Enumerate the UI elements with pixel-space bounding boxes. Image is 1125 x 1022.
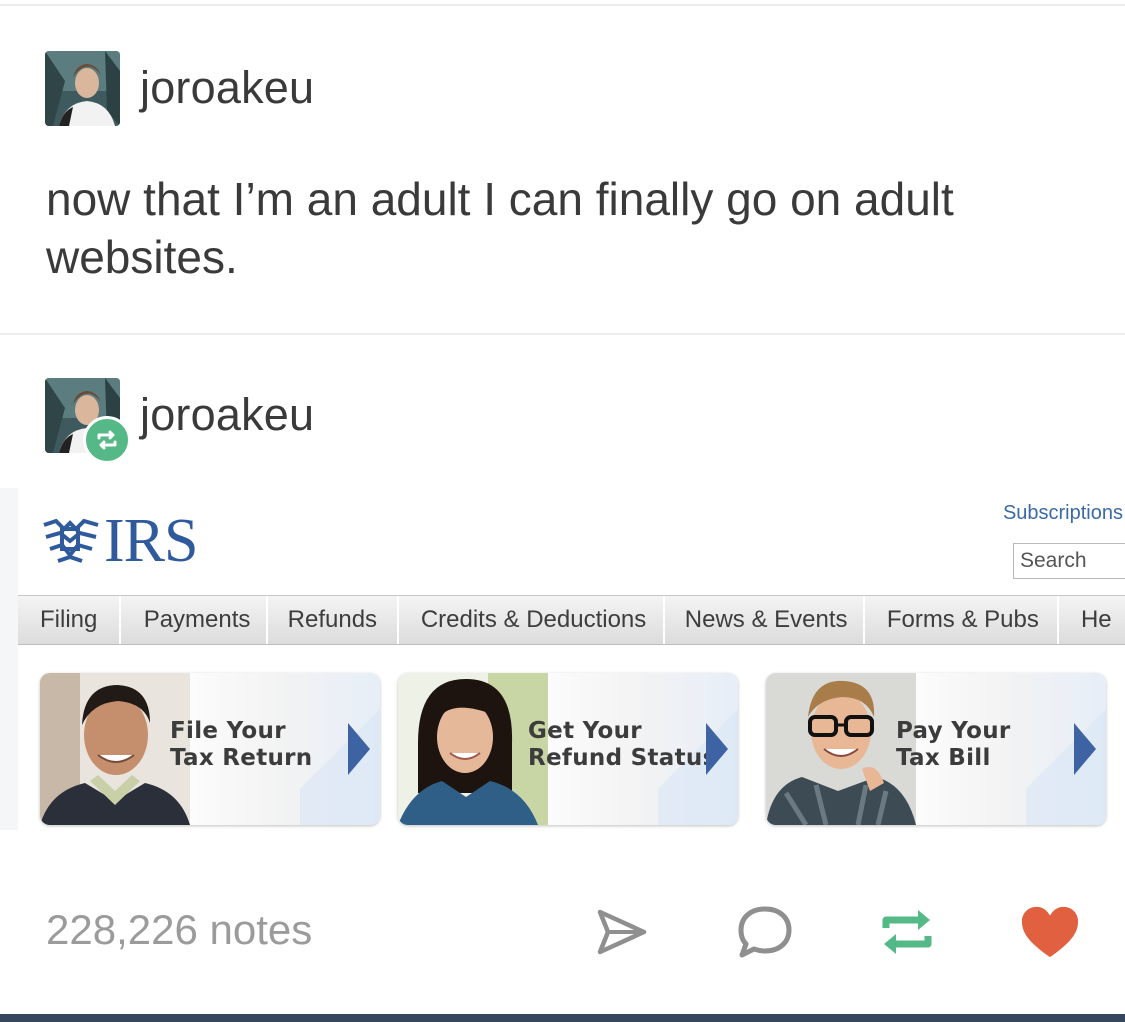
- reblog-header: joroakeu: [45, 377, 314, 464]
- pay-tax-bill-card: Pay Your Tax Bill: [766, 673, 1106, 825]
- post-text: now that I’m an adult I can finally go o…: [46, 173, 954, 283]
- notes-count[interactable]: 228,226 notes: [46, 906, 312, 954]
- reblog-username[interactable]: joroakeu: [140, 389, 314, 441]
- refund-status-card: Get Your Refund Status: [398, 673, 738, 825]
- chevron-right-icon: [1074, 723, 1096, 775]
- card-label: Pay Your Tax Bill: [896, 718, 1011, 771]
- chevron-right-icon: [348, 723, 370, 775]
- reblog-icon[interactable]: [877, 902, 937, 962]
- nav-credits-deductions: Credits & Deductions: [399, 596, 665, 644]
- chevron-right-icon: [706, 723, 728, 775]
- nav-payments: Payments: [121, 596, 268, 644]
- subscriptions-link: Subscriptions: [1002, 502, 1123, 524]
- file-tax-return-card: File Your Tax Return: [40, 673, 380, 825]
- post-footer: 228,226 notes: [0, 880, 1125, 980]
- card-label: File Your Tax Return: [170, 718, 313, 771]
- irs-nav-bar: Filing Payments Refunds Credits & Deduct…: [18, 595, 1125, 645]
- username[interactable]: joroakeu: [140, 62, 314, 114]
- man-glasses-photo: [766, 673, 916, 825]
- bottom-bar: [0, 1014, 1125, 1022]
- avatar[interactable]: [45, 50, 120, 126]
- share-icon[interactable]: [592, 902, 652, 962]
- irs-logo: IRS: [40, 507, 198, 575]
- nav-forms-pubs: Forms & Pubs: [865, 596, 1059, 644]
- like-icon[interactable]: [1020, 902, 1080, 962]
- irs-eagle-icon: [43, 518, 99, 563]
- man-photo: [40, 673, 190, 825]
- post-header: joroakeu: [45, 50, 314, 126]
- nav-refunds: Refunds: [268, 596, 399, 644]
- search-input: Search: [1013, 543, 1125, 579]
- reblog-avatar[interactable]: [45, 377, 131, 464]
- woman-photo: [398, 673, 548, 825]
- card-label: Get Your Refund Status: [528, 718, 717, 771]
- irs-logo-text: IRS: [104, 507, 198, 575]
- nav-help: He: [1080, 606, 1112, 633]
- nav-news-events: News & Events: [665, 596, 865, 644]
- image-edge: [0, 488, 18, 830]
- top-divider: [0, 4, 1125, 6]
- nav-filing: Filing: [18, 596, 121, 644]
- reply-icon[interactable]: [735, 902, 795, 962]
- mid-divider: [0, 333, 1125, 335]
- reblog-badge-icon: [83, 415, 131, 464]
- irs-screenshot-image: IRS Subscriptions Search Filing Payments…: [0, 488, 1125, 830]
